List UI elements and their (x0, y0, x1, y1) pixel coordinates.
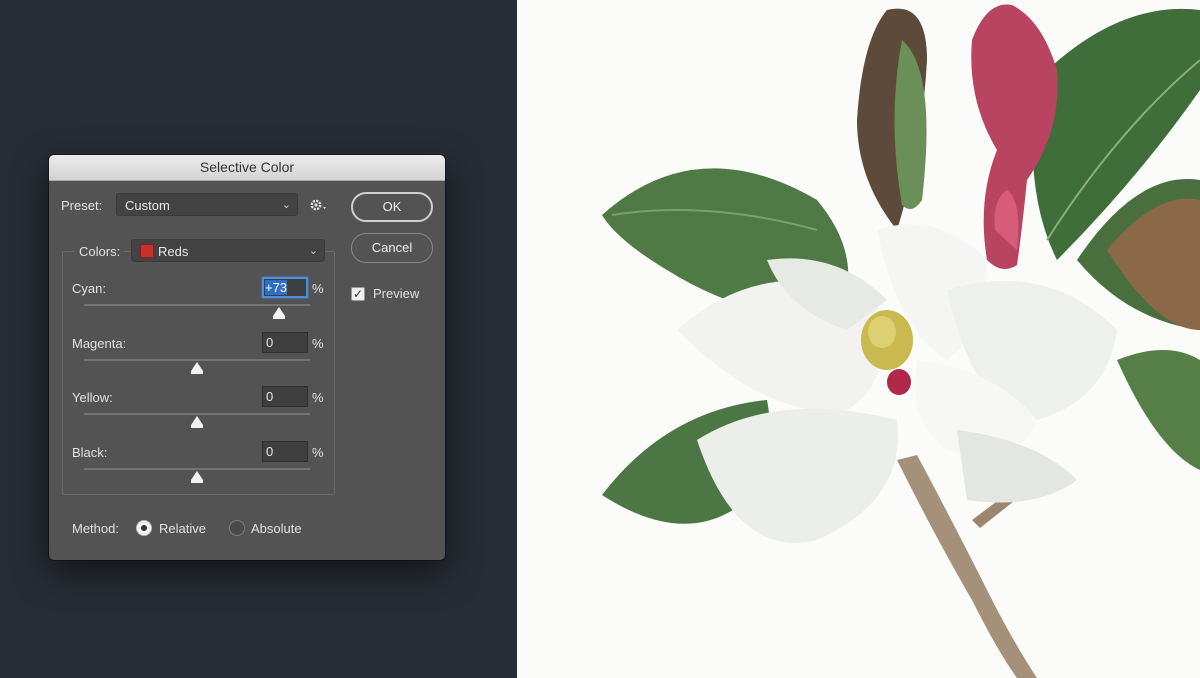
checkmark-icon: ✓ (352, 287, 364, 301)
colors-value: Reds (158, 244, 189, 259)
magenta-label: Magenta: (72, 336, 127, 351)
method-label: Method: (72, 521, 119, 536)
absolute-radio[interactable] (229, 520, 245, 536)
magenta-value: 0 (266, 335, 274, 350)
yellow-label: Yellow: (72, 390, 113, 405)
document-canvas[interactable] (517, 0, 1200, 678)
black-percent: % (312, 445, 324, 460)
selective-color-dialog: Selective Color Preset: Custom ⌄ OK Canc… (49, 155, 445, 560)
yellow-slider-thumb[interactable] (191, 416, 203, 428)
black-slider-track[interactable] (84, 468, 310, 470)
magnolia-painting (602, 4, 1200, 678)
red-swatch-icon (140, 244, 154, 258)
black-value: 0 (266, 444, 274, 459)
chevron-down-icon: ⌄ (308, 245, 318, 257)
preset-value: Custom (125, 198, 170, 213)
preview-checkbox[interactable]: ✓ (351, 287, 365, 301)
magenta-slider-track[interactable] (84, 359, 310, 361)
cyan-input[interactable]: +73 (262, 277, 308, 298)
black-slider-thumb[interactable] (191, 471, 203, 483)
magenta-slider-thumb[interactable] (191, 362, 203, 374)
gear-icon[interactable] (308, 195, 330, 215)
dialog-title: Selective Color (49, 155, 445, 181)
yellow-slider-track[interactable] (84, 413, 310, 415)
relative-label: Relative (159, 521, 206, 536)
yellow-input[interactable]: 0 (262, 386, 308, 407)
cyan-percent: % (312, 281, 324, 296)
black-input[interactable]: 0 (262, 441, 308, 462)
cancel-button[interactable]: Cancel (351, 233, 433, 263)
cyan-label: Cyan: (72, 281, 106, 296)
preset-select[interactable]: Custom ⌄ (116, 193, 298, 216)
yellow-value: 0 (266, 389, 274, 404)
colors-label: Colors: (75, 244, 125, 259)
preview-label: Preview (373, 286, 420, 301)
cyan-slider-thumb[interactable] (273, 307, 286, 319)
ok-button[interactable]: OK (351, 192, 433, 222)
magenta-percent: % (312, 336, 324, 351)
magenta-input[interactable]: 0 (262, 332, 308, 353)
absolute-label: Absolute (251, 521, 302, 536)
chevron-down-icon: ⌄ (281, 199, 291, 211)
colors-select[interactable]: Reds ⌄ (131, 239, 325, 262)
cyan-value: +73 (265, 280, 288, 295)
yellow-percent: % (312, 390, 324, 405)
cyan-slider-track[interactable] (84, 304, 310, 306)
black-label: Black: (72, 445, 108, 460)
relative-radio[interactable] (136, 520, 152, 536)
preset-label: Preset: (61, 198, 103, 213)
